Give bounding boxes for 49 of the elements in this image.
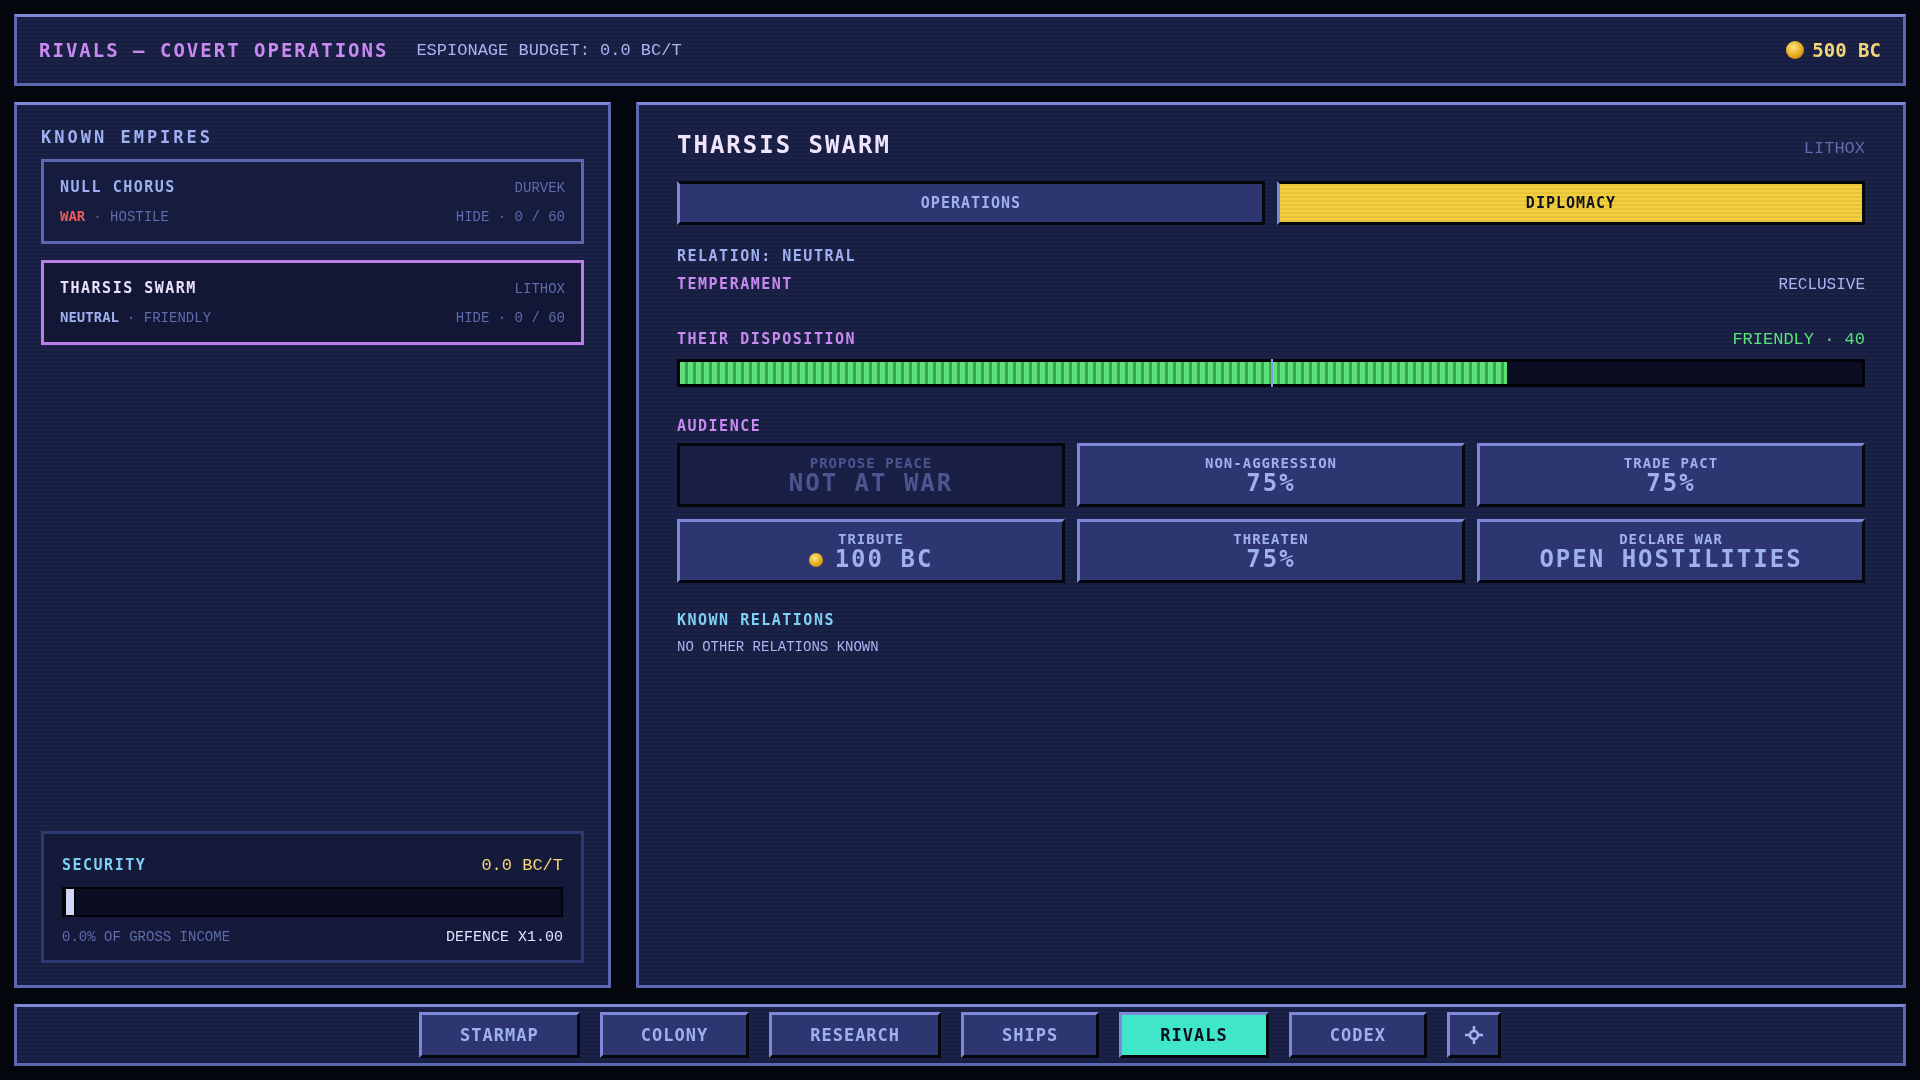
security-rate: 0.0 BC/T	[481, 856, 563, 875]
species-text: LITHOX	[514, 281, 565, 297]
nav-button[interactable]: STARMAP	[419, 1012, 580, 1058]
slider-thumb[interactable]	[64, 887, 76, 917]
audience-title: AUDIENCE	[677, 417, 763, 435]
species-text: DURVEK	[514, 180, 565, 196]
nav-button[interactable]: RESEARCH	[769, 1012, 942, 1058]
income-share-text: 0.0% OF GROSS INCOME	[62, 929, 231, 945]
empire-title: THARSIS SWARM	[677, 131, 891, 159]
attitude-text: · FRIENDLY	[127, 310, 212, 326]
tab[interactable]: OPERATIONS	[677, 181, 1265, 225]
empire-name: THARSIS SWARM	[60, 279, 197, 297]
stance-text: WAR	[60, 208, 86, 224]
nav-button[interactable]: SHIPS	[961, 1012, 1100, 1058]
credits-text: 500 BC	[1812, 39, 1881, 61]
relations-title: KNOWN RELATIONS	[677, 611, 836, 629]
action-button[interactable]: NON-AGGRESSION 75%	[1077, 443, 1465, 507]
panel-title: KNOWN EMPIRES	[41, 127, 215, 147]
midpoint-marker	[1271, 359, 1273, 387]
budget-text: ESPIONAGE BUDGET: 0.0 BC/T	[416, 40, 682, 60]
defence-text: DEFENCE X1.00	[445, 929, 563, 946]
stance-text: NEUTRAL	[60, 309, 119, 325]
attitude-text: · HOSTILE	[93, 209, 169, 225]
species-text: LITHOX	[1803, 139, 1865, 158]
crosshair-icon	[1463, 1025, 1484, 1045]
security-slider[interactable]	[62, 887, 563, 917]
nav-button[interactable]: CODEX	[1288, 1012, 1427, 1058]
empire-item[interactable]: NULL CHORUS DURVEK WAR · HOSTILE HIDE · 0 / 60	[41, 159, 584, 244]
relation-text: RELATION: NEUTRAL	[677, 247, 858, 265]
action-button[interactable]: TRIBUTE 100 BC	[677, 519, 1065, 583]
empire-item[interactable]: THARSIS SWARM LITHOX NEUTRAL · FRIENDLY HIDE · 0 / 60	[41, 260, 584, 345]
coin-icon	[1786, 41, 1805, 59]
security-label: SECURITY	[62, 856, 147, 874]
hide-text: HIDE · 0 / 60	[455, 209, 565, 225]
action-button[interactable]: TRADE PACT 75%	[1477, 443, 1865, 507]
empire-name: NULL CHORUS	[60, 178, 176, 196]
target-button[interactable]	[1446, 1012, 1501, 1058]
action-button[interactable]: THREATEN 75%	[1077, 519, 1465, 583]
action-button[interactable]: DECLARE WAR OPEN HOSTILITIES	[1477, 519, 1865, 583]
nav-button[interactable]: RIVALS	[1119, 1012, 1269, 1058]
hide-text: HIDE · 0 / 60	[455, 310, 565, 326]
temperament-value: RECLUSIVE	[1778, 276, 1865, 294]
screen-title: RIVALS — COVERT OPERATIONS	[39, 39, 389, 61]
tab[interactable]: DIPLOMACY	[1277, 181, 1865, 225]
nav-button[interactable]: COLONY	[599, 1012, 750, 1058]
disposition-reading: FRIENDLY · 40	[1732, 330, 1865, 349]
disposition-label: THEIR DISPOSITION	[677, 330, 857, 348]
temperament-label: TEMPERAMENT	[677, 275, 793, 293]
relations-text: NO OTHER RELATIONS KNOWN	[677, 639, 880, 655]
